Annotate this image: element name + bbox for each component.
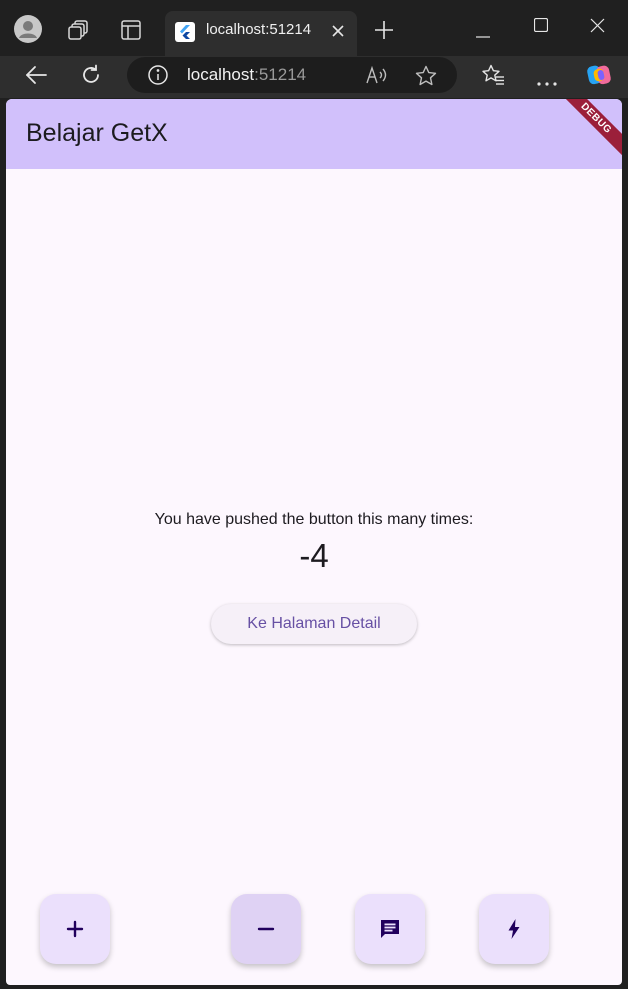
minus-icon bbox=[257, 927, 275, 931]
app-viewport: Belajar GetX DEBUG You have pushed the b… bbox=[6, 99, 622, 985]
close-window-icon[interactable] bbox=[590, 18, 605, 38]
browser-tab-strip: localhost:51214 bbox=[0, 0, 628, 56]
decrement-fab[interactable] bbox=[231, 894, 301, 964]
url-port: :51214 bbox=[254, 65, 307, 84]
new-tab-icon[interactable] bbox=[374, 20, 394, 45]
refresh-icon[interactable] bbox=[80, 64, 102, 91]
read-aloud-icon[interactable] bbox=[366, 65, 388, 89]
tab-title: localhost:51214 bbox=[206, 21, 312, 38]
plus-icon bbox=[66, 920, 84, 938]
app-title: Belajar GetX bbox=[26, 119, 168, 147]
message-fab[interactable] bbox=[355, 894, 425, 964]
back-icon[interactable] bbox=[25, 65, 47, 90]
counter-label: You have pushed the button this many tim… bbox=[154, 511, 474, 528]
browser-tab[interactable]: localhost:51214 bbox=[165, 11, 357, 56]
address-bar[interactable]: localhost:51214 bbox=[127, 57, 457, 93]
url-text[interactable]: localhost:51214 bbox=[187, 65, 306, 85]
counter-value: -4 bbox=[299, 537, 329, 574]
browser-toolbar: localhost:51214 bbox=[0, 56, 628, 98]
url-host: localhost bbox=[187, 65, 255, 84]
favorite-star-icon[interactable] bbox=[415, 65, 437, 92]
more-options-icon[interactable] bbox=[537, 73, 557, 91]
tab-actions-icon[interactable] bbox=[121, 20, 141, 45]
profile-avatar-icon[interactable] bbox=[14, 15, 42, 48]
maximize-icon[interactable] bbox=[533, 17, 549, 37]
message-icon bbox=[381, 920, 399, 938]
close-tab-icon[interactable] bbox=[331, 24, 345, 43]
flash-fab[interactable] bbox=[479, 894, 549, 964]
favorites-icon[interactable] bbox=[481, 64, 505, 91]
copilot-icon[interactable] bbox=[585, 61, 613, 94]
bolt-icon bbox=[508, 919, 520, 939]
site-info-icon[interactable] bbox=[147, 64, 169, 91]
app-bar: Belajar GetX bbox=[6, 99, 622, 169]
minimize-icon[interactable] bbox=[476, 25, 490, 43]
flutter-favicon-icon bbox=[175, 22, 195, 47]
detail-page-button[interactable]: Ke Halaman Detail bbox=[211, 604, 417, 644]
workspaces-icon[interactable] bbox=[68, 19, 90, 46]
increment-fab[interactable] bbox=[40, 894, 110, 964]
